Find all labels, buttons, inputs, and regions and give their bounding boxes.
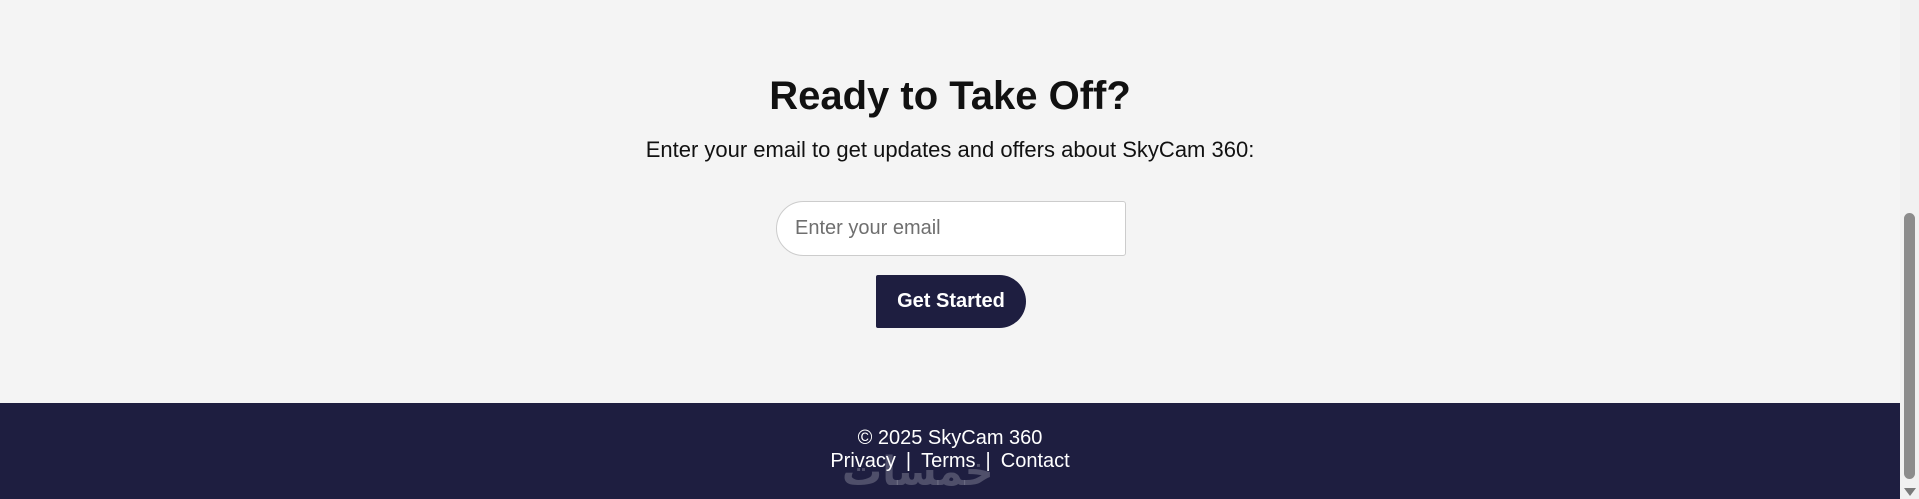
footer-links: Privacy | Terms | Contact — [0, 449, 1900, 473]
cta-title: Ready to Take Off? — [769, 74, 1131, 118]
privacy-link[interactable]: Privacy — [830, 450, 896, 472]
cta-subtitle: Enter your email to get updates and offe… — [645, 137, 1255, 162]
get-started-button[interactable]: Get Started — [876, 275, 1026, 328]
page: Ready to Take Off? Enter your email to g… — [0, 0, 1919, 499]
link-separator: | — [905, 450, 912, 472]
email-input[interactable] — [776, 201, 1126, 256]
scroll-down-arrow-icon[interactable] — [1904, 488, 1916, 496]
cta-section: Ready to Take Off? Enter your email to g… — [0, 0, 1900, 403]
scrollbar-thumb[interactable] — [1904, 213, 1915, 479]
link-separator: | — [985, 450, 991, 472]
terms-link[interactable]: Terms — [921, 450, 975, 472]
vertical-scrollbar[interactable] — [1900, 0, 1919, 499]
viewport: Ready to Take Off? Enter your email to g… — [0, 0, 1900, 499]
contact-link[interactable]: Contact — [1001, 450, 1070, 472]
footer: © 2025 SkyCam 360 Privacy | Terms | Contact — [0, 403, 1900, 499]
copyright-text: © 2025 SkyCam 360 — [857, 427, 1043, 449]
